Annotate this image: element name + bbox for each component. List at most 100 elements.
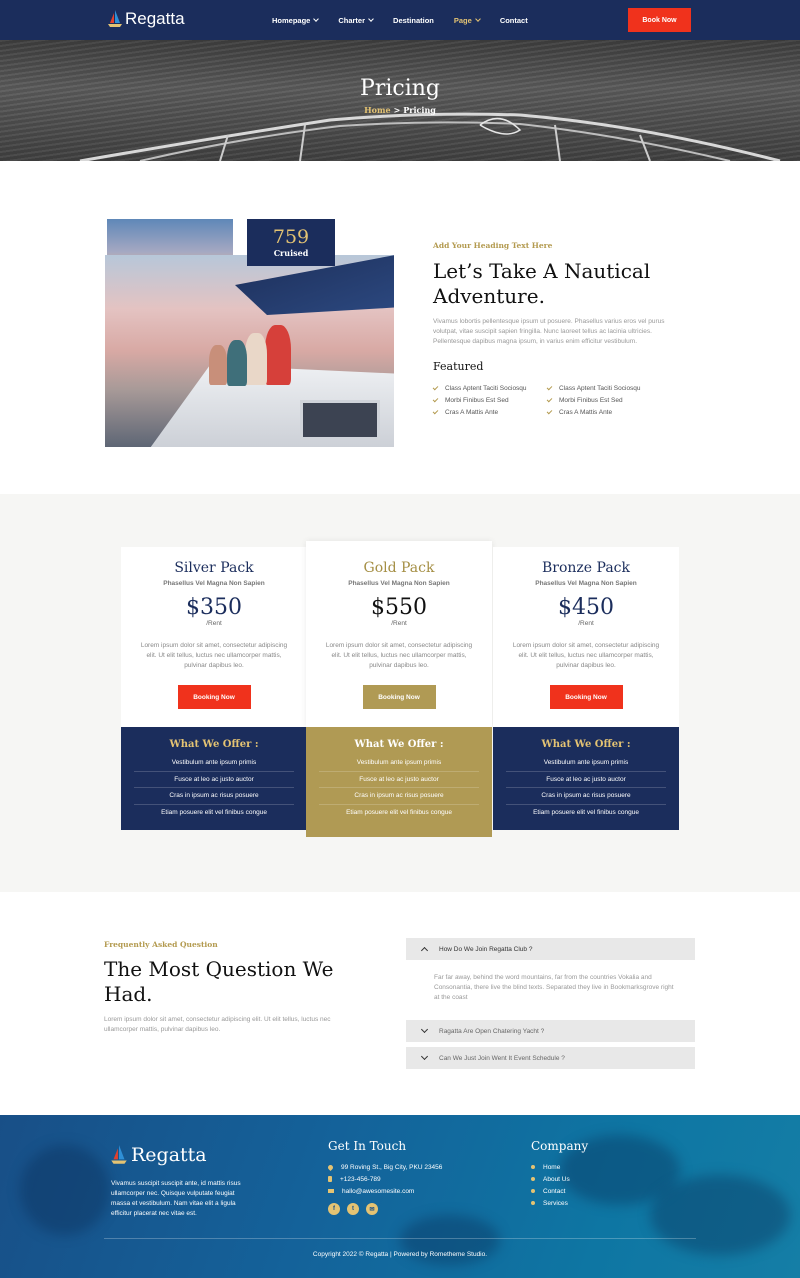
pricing-card-silver: Silver Pack Phasellus Vel Magna Non Sapi…	[121, 547, 307, 727]
mail-icon[interactable]: ✉	[366, 1203, 378, 1215]
offer-box-silver: What We Offer : Vestibulum ante ipsum pr…	[121, 727, 307, 830]
footer-email[interactable]: hallo@awesomesite.com	[328, 1185, 442, 1197]
check-icon	[432, 384, 439, 390]
footer-link-about[interactable]: About Us	[531, 1173, 570, 1185]
about-heading: Let’s Take A Nautical Adventure.	[433, 259, 651, 308]
sailboat-logo-icon	[111, 1145, 127, 1164]
photo-person	[227, 340, 247, 386]
book-now-button[interactable]: Book Now	[628, 8, 691, 32]
footer-link-label: About Us	[543, 1175, 570, 1183]
plan-price: $550	[371, 595, 427, 620]
offer-item: Vestibulum ante ipsum primis	[134, 755, 294, 772]
nav-charter[interactable]: Charter	[338, 15, 374, 25]
photo-person	[209, 345, 227, 385]
featured-heading: Featured	[433, 360, 484, 373]
top-navbar: Regatta Homepage Charter Destination Pag…	[0, 0, 800, 40]
photo-sail	[235, 255, 394, 315]
faq-question-3[interactable]: Can We Just Join Went It Event Schedule …	[406, 1047, 695, 1069]
footer-texture	[650, 1175, 790, 1255]
featured-item-label: Morbi Finibus Est Sed	[445, 396, 509, 404]
pricing-card-bronze: Bronze Pack Phasellus Vel Magna Non Sapi…	[493, 547, 679, 727]
footer-brand-name: Regatta	[131, 1144, 207, 1166]
footer-link-label: Contact	[543, 1187, 566, 1195]
footer-about-text: Vivamus suscipit suscipit ante, id matti…	[111, 1180, 241, 1217]
plan-price: $450	[558, 595, 614, 620]
footer-logo[interactable]: Regatta	[111, 1144, 207, 1166]
plan-unit: /Rent	[206, 620, 222, 627]
breadcrumb-current: Pricing	[403, 105, 436, 115]
photo-person	[265, 325, 291, 385]
featured-item: Class Aptent Taciti Sociosqu	[432, 382, 527, 394]
plan-name: Silver Pack	[174, 560, 254, 576]
friends-on-sailboat-photo	[105, 255, 394, 447]
page-hero: Pricing Home > Pricing	[0, 40, 800, 161]
faq-question-label: Ragatta Are Open Chatering Yacht ?	[439, 1027, 545, 1035]
offer-title: What We Offer :	[169, 739, 259, 750]
nav-page-label: Page	[453, 15, 472, 25]
featured-list-right: Class Aptent Taciti Sociosqu Morbi Finib…	[546, 382, 641, 418]
offer-box-bronze: What We Offer : Vestibulum ante ipsum pr…	[493, 727, 679, 830]
bullet-icon	[531, 1189, 535, 1193]
offer-item: Cras in ipsum ac risus posuere	[319, 788, 479, 805]
offer-item: Etiam posuere elit vel finibus congue	[161, 808, 267, 816]
plan-description: Lorem ipsum dolor sit amet, consectetur …	[325, 642, 473, 669]
offer-item: Etiam posuere elit vel finibus congue	[533, 808, 639, 816]
map-pin-icon	[326, 1163, 335, 1171]
plan-description: Lorem ipsum dolor sit amet, consectetur …	[140, 642, 288, 669]
chevron-down-icon	[313, 15, 320, 22]
footer-contact-list: 99 Roving St., Big City, PKU 23456 +123-…	[326, 1161, 443, 1197]
site-logo[interactable]: Regatta	[108, 9, 185, 29]
cruised-count: 759	[272, 226, 310, 248]
faq-question-2[interactable]: Ragatta Are Open Chatering Yacht ?	[406, 1020, 695, 1042]
nav-destination[interactable]: Destination	[393, 16, 434, 25]
nav-contact[interactable]: Contact	[500, 16, 528, 25]
featured-item-label: Class Aptent Taciti Sociosqu	[445, 384, 527, 392]
phone-icon	[328, 1176, 332, 1182]
featured-item: Cras A Mattis Ante	[432, 406, 527, 418]
featured-item-label: Morbi Finibus Est Sed	[559, 396, 623, 404]
footer-social-links: f t ✉	[328, 1203, 385, 1215]
plan-subtitle: Phasellus Vel Magna Non Sapien	[348, 580, 450, 587]
chevron-up-icon	[420, 946, 429, 955]
bullet-icon	[531, 1201, 535, 1205]
faq-question-label: How Do We Join Regatta Club ?	[439, 945, 533, 953]
sailboat-logo-icon	[108, 10, 122, 27]
footer-company-title: Company	[531, 1139, 589, 1153]
chevron-down-icon	[368, 15, 374, 22]
about-kicker: Add Your Heading Text Here	[433, 241, 553, 250]
offer-item: Etiam posuere elit vel finibus congue	[346, 808, 452, 816]
footer-address-text: 99 Roving St., Big City, PKU 23456	[341, 1163, 443, 1171]
main-menu: Homepage Charter Destination Page Contac…	[272, 0, 548, 40]
twitter-icon[interactable]: t	[347, 1203, 359, 1215]
offer-title: What We Offer :	[354, 739, 444, 750]
nav-page[interactable]: Page	[453, 15, 481, 25]
footer-phone[interactable]: +123-456-789	[328, 1173, 442, 1185]
site-footer: Regatta Vivamus suscipit suscipit ante, …	[0, 1115, 800, 1278]
offer-item: Fusce at leo ac justo auctor	[319, 772, 479, 788]
cruised-stat-box: 759 Cruised	[247, 219, 335, 266]
footer-company-links: Home About Us Contact Services	[531, 1161, 570, 1209]
nav-destination-label: Destination	[393, 15, 434, 25]
plan-unit: /Rent	[578, 620, 594, 627]
footer-link-contact[interactable]: Contact	[531, 1185, 570, 1197]
offer-item: Cras in ipsum ac risus posuere	[506, 788, 666, 805]
booking-now-button[interactable]: Booking Now	[177, 685, 251, 709]
breadcrumb-home-link[interactable]: Home	[364, 105, 390, 115]
plan-name: Bronze Pack	[542, 560, 630, 576]
plan-subtitle: Phasellus Vel Magna Non Sapien	[535, 580, 637, 587]
booking-now-button[interactable]: Booking Now	[362, 685, 436, 709]
booking-now-button[interactable]: Booking Now	[549, 685, 623, 709]
nav-homepage[interactable]: Homepage	[272, 15, 320, 25]
footer-address: 99 Roving St., Big City, PKU 23456	[326, 1161, 443, 1173]
footer-link-home[interactable]: Home	[531, 1161, 570, 1173]
check-icon	[432, 396, 439, 402]
faq-heading: The Most Question We Had.	[104, 957, 334, 1006]
chevron-down-icon	[420, 1025, 429, 1034]
nav-homepage-label: Homepage	[272, 15, 311, 25]
footer-copyright: Copyright 2022 © Regatta | Powered by Ro…	[312, 1251, 488, 1258]
facebook-icon[interactable]: f	[328, 1203, 340, 1215]
footer-link-services[interactable]: Services	[531, 1197, 570, 1209]
faq-question-1[interactable]: How Do We Join Regatta Club ?	[406, 938, 695, 960]
check-icon	[546, 408, 553, 414]
offer-item: Vestibulum ante ipsum primis	[506, 755, 666, 772]
